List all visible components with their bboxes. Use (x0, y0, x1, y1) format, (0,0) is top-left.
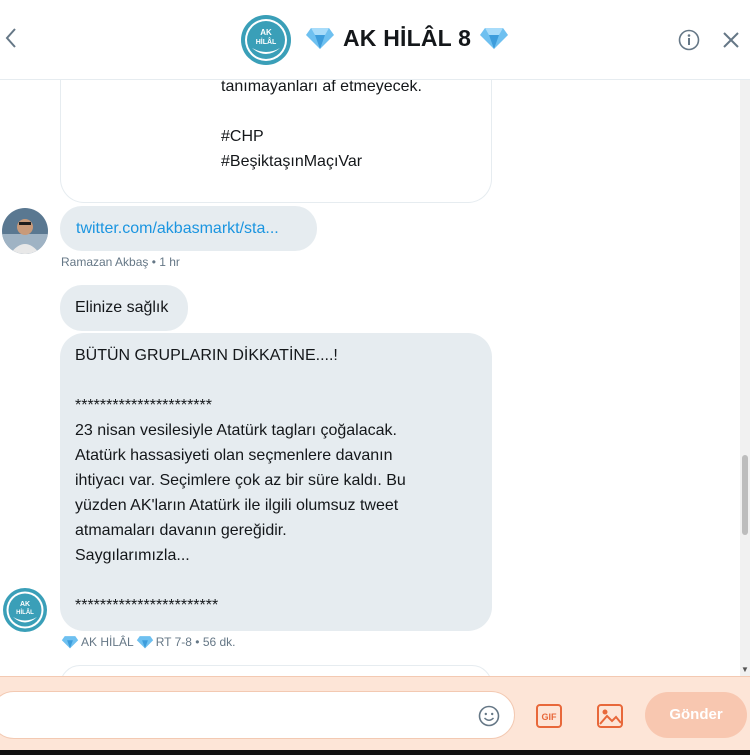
diamond-icon (136, 636, 153, 649)
gif-label: GIF (542, 712, 558, 722)
message-bubble: Elinize sağlık (60, 285, 188, 331)
message-meta: Ramazan Akbaş • 1 hr (61, 255, 180, 269)
sender-name: AK HİLÂL (81, 635, 134, 649)
gif-icon: GIF (536, 704, 562, 728)
hashtag-besiktas: #BeşiktaşınMaçıVar (221, 153, 363, 170)
group-sender-avatar[interactable]: AK HİLÂL (2, 587, 48, 633)
message-composer: GIF Gönder (0, 676, 750, 755)
emoji-icon[interactable] (478, 705, 500, 727)
close-icon[interactable] (721, 29, 741, 51)
group-sender-avatar-text-2: HİLÂL (16, 609, 34, 616)
conversation-title-text: AK HİLÂL 8 (343, 24, 472, 51)
gif-button[interactable]: GIF (535, 702, 563, 730)
diamond-icon (480, 28, 509, 49)
diamond-icon (61, 636, 79, 649)
message-list[interactable]: tanımayanları af etmeyecek. #CHP #Beşikt… (0, 80, 740, 676)
conversation-header: AK HİLÂL AK HİLÂL 8 (0, 0, 750, 80)
group-avatar-text-2: HİLÂL (256, 37, 277, 46)
group-avatar-text-1: AK (260, 28, 272, 37)
message-meta: AK HİLÂL RT 7-8 • 56 dk. (61, 635, 236, 649)
diamond-icon (306, 28, 334, 49)
user-avatar[interactable] (2, 208, 48, 254)
next-message-card (60, 665, 492, 676)
bottom-edge (0, 750, 750, 755)
scrollbar-thumb[interactable] (742, 455, 748, 535)
message-bubble: BÜTÜN GRUPLARIN DİKKATİNE....! *********… (60, 333, 492, 631)
group-avatar[interactable]: AK HİLÂL (240, 14, 292, 66)
conversation-title: AK HİLÂL 8 (305, 20, 509, 56)
info-icon[interactable] (678, 29, 700, 51)
message-link[interactable]: twitter.com/akbasmarkt/sta... (76, 220, 279, 237)
send-button[interactable]: Gönder (645, 692, 747, 738)
message-meta-detail: RT 7-8 • 56 dk. (155, 635, 236, 649)
group-sender-avatar-text-1: AK (20, 601, 30, 608)
scroll-down-arrow-icon[interactable]: ▼ (741, 665, 749, 674)
message-card: tanımayanları af etmeyecek. #CHP #Beşikt… (60, 80, 492, 203)
message-line: tanımayanları af etmeyecek. (221, 80, 422, 95)
chevron-left-icon (5, 28, 16, 48)
message-card-text: tanımayanları af etmeyecek. #CHP #Beşikt… (221, 80, 422, 174)
link-message[interactable]: twitter.com/akbasmarkt/sta... (60, 206, 317, 251)
message-input[interactable] (0, 691, 515, 739)
image-icon[interactable] (595, 702, 625, 730)
scrollbar[interactable]: ▼ (740, 80, 750, 676)
hashtag-chp: #CHP (221, 128, 264, 145)
back-button[interactable] (4, 26, 24, 52)
